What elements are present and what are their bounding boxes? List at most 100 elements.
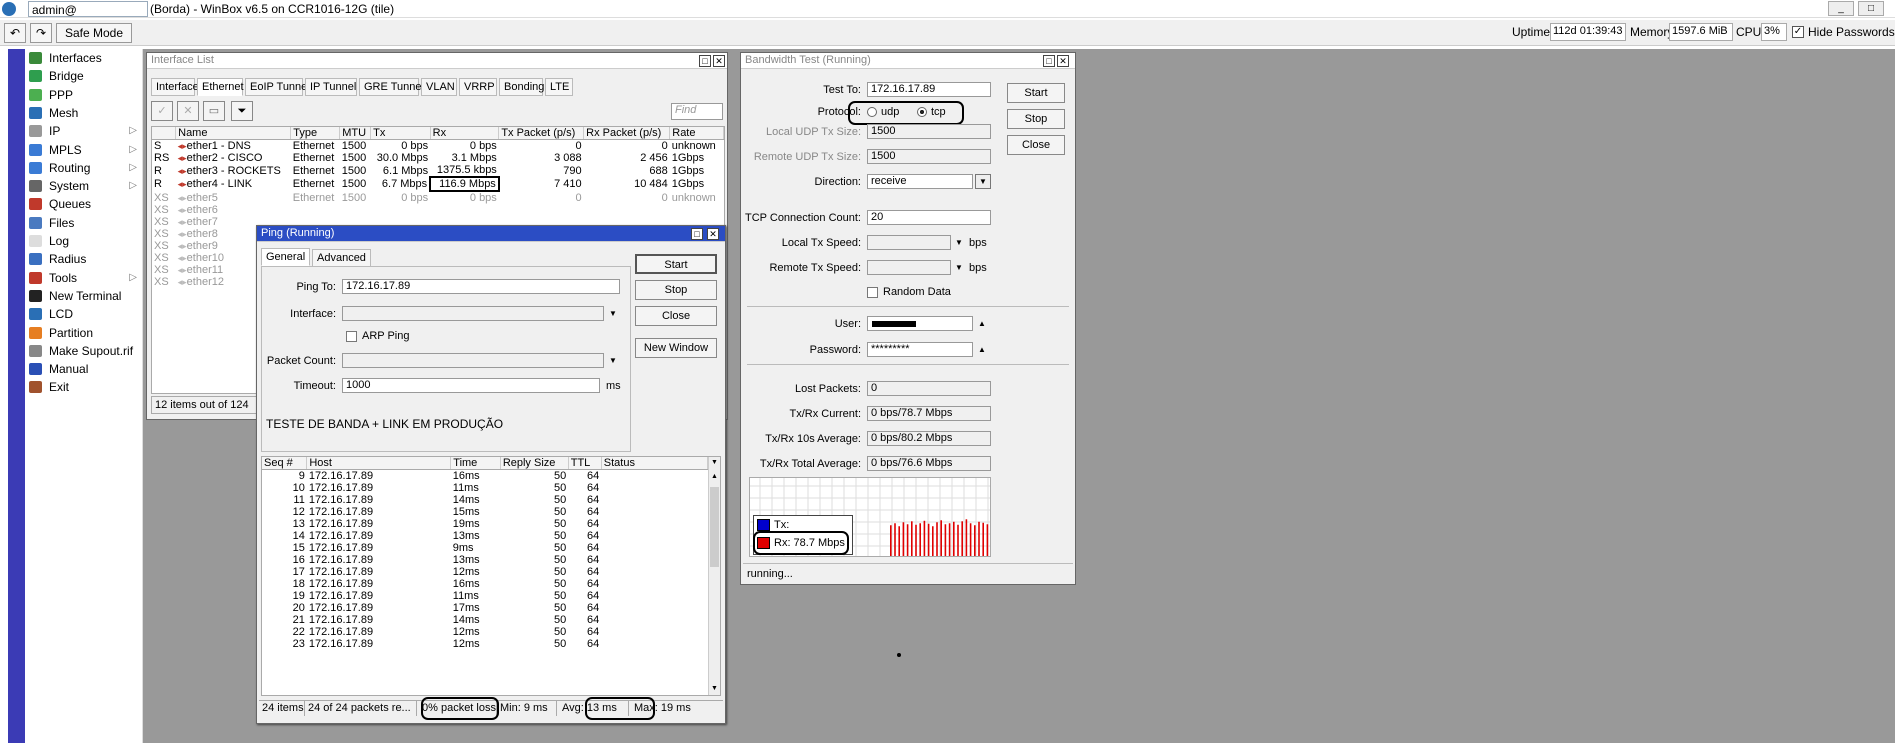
- undo-button[interactable]: ↶: [4, 23, 26, 43]
- column-header-rx[interactable]: Rx: [430, 127, 500, 140]
- hide-passwords-checkbox[interactable]: ✓: [1792, 26, 1804, 38]
- menu-item-lcd[interactable]: LCD: [25, 305, 143, 323]
- table-row[interactable]: 23 172.16.17.89 12ms 50 64: [262, 638, 708, 650]
- table-row[interactable]: R ◂▸ether4 - LINK Ethernet 1500 6.7 Mbps 116.…: [152, 176, 724, 192]
- ping-stop-button[interactable]: Stop: [635, 280, 717, 300]
- packet-count-field[interactable]: [342, 353, 604, 368]
- column-header-rx-packet-p-s-[interactable]: Rx Packet (p/s): [583, 127, 671, 140]
- ping-to-field[interactable]: 172.16.17.89: [342, 279, 620, 294]
- column-header-rate[interactable]: Rate: [669, 127, 724, 140]
- ping-close-button[interactable]: Close: [635, 306, 717, 326]
- maximize-icon[interactable]: □: [699, 55, 711, 67]
- column-header-type[interactable]: Type: [290, 127, 341, 140]
- close-icon[interactable]: ✕: [1057, 55, 1069, 67]
- table-row[interactable]: 9 172.16.17.89 16ms 50 64: [262, 470, 708, 483]
- table-row[interactable]: 17 172.16.17.89 12ms 50 64: [262, 566, 708, 578]
- column-header-tx-packet-p-s-[interactable]: Tx Packet (p/s): [498, 127, 585, 140]
- timeout-field[interactable]: 1000: [342, 378, 600, 393]
- scroll-down-icon[interactable]: ▼: [709, 683, 720, 695]
- remote-tx-speed-field[interactable]: [867, 260, 951, 275]
- menu-item-make-supout-rif[interactable]: Make Supout.rif: [25, 342, 143, 360]
- user-collapse-icon[interactable]: ▲: [977, 316, 987, 331]
- ping-start-button[interactable]: Start: [635, 254, 717, 274]
- scroll-menu-icon[interactable]: ▼: [709, 457, 720, 469]
- comment-icon[interactable]: ▭: [203, 101, 225, 121]
- user-field[interactable]: [867, 316, 973, 331]
- tab-vrrp[interactable]: VRRP: [459, 78, 497, 96]
- column-header-flags[interactable]: [152, 127, 177, 140]
- local-speed-dropdown-icon[interactable]: ▼: [954, 235, 964, 250]
- menu-item-exit[interactable]: Exit: [25, 378, 143, 396]
- column-header-mtu[interactable]: MTU: [339, 127, 372, 140]
- menu-item-log[interactable]: Log: [25, 232, 143, 250]
- menu-item-system[interactable]: System ▷: [25, 177, 143, 195]
- column-header-seq-[interactable]: Seq #: [262, 457, 308, 470]
- maximize-icon[interactable]: □: [1043, 55, 1055, 67]
- menu-item-new-terminal[interactable]: New Terminal: [25, 287, 143, 305]
- minimize-icon[interactable]: _: [1828, 1, 1854, 16]
- scroll-thumb[interactable]: [710, 487, 719, 567]
- tab-lte[interactable]: LTE: [545, 78, 573, 96]
- password-field[interactable]: *********: [867, 342, 973, 357]
- column-header-ttl[interactable]: TTL: [568, 457, 602, 470]
- disable-icon[interactable]: ✕: [177, 101, 199, 121]
- remote-udp-size-field[interactable]: 1500: [867, 149, 991, 164]
- column-header-time[interactable]: Time: [450, 457, 501, 470]
- test-to-field[interactable]: 172.16.17.89: [867, 82, 991, 97]
- menu-item-queues[interactable]: Queues: [25, 195, 143, 213]
- table-row[interactable]: XS ◂▸ether6: [152, 204, 724, 216]
- table-row[interactable]: R ◂▸ether3 - ROCKETS Ethernet 1500 6.1 Mbps 1…: [152, 164, 724, 177]
- menu-item-mpls[interactable]: MPLS ▷: [25, 141, 143, 159]
- close-icon[interactable]: ✕: [707, 228, 719, 240]
- tab-advanced[interactable]: Advanced: [312, 249, 371, 267]
- tab-bonding[interactable]: Bonding: [499, 78, 544, 96]
- table-row[interactable]: 18 172.16.17.89 16ms 50 64: [262, 578, 708, 590]
- menu-item-radius[interactable]: Radius: [25, 250, 143, 268]
- tab-interface[interactable]: Interface: [151, 78, 199, 96]
- table-row[interactable]: 11 172.16.17.89 14ms 50 64: [262, 494, 708, 506]
- user-field[interactable]: admin@: [28, 1, 148, 17]
- password-collapse-icon[interactable]: ▲: [977, 342, 987, 357]
- new-window-button[interactable]: New Window: [635, 338, 717, 358]
- tab-vlan[interactable]: VLAN: [421, 78, 457, 96]
- table-row[interactable]: 20 172.16.17.89 17ms 50 64: [262, 602, 708, 614]
- enable-icon[interactable]: ✓: [151, 101, 173, 121]
- menu-item-bridge[interactable]: Bridge: [25, 67, 143, 85]
- menu-item-mesh[interactable]: Mesh: [25, 104, 143, 122]
- table-row[interactable]: 14 172.16.17.89 13ms 50 64: [262, 530, 708, 542]
- ping-scrollbar[interactable]: ▼ ▲ ▼: [708, 457, 720, 695]
- menu-item-tools[interactable]: Tools ▷: [25, 269, 143, 287]
- tab-gre-tunnel[interactable]: GRE Tunnel: [359, 78, 424, 96]
- column-header-reply-size[interactable]: Reply Size: [500, 457, 569, 470]
- bw-start-button[interactable]: Start: [1007, 83, 1065, 103]
- direction-select[interactable]: receive: [867, 174, 973, 189]
- remote-speed-dropdown-icon[interactable]: ▼: [954, 260, 964, 275]
- table-row[interactable]: RS ◂▸ether2 - CISCO Ethernet 1500 30.0 Mbps 3…: [152, 152, 724, 164]
- table-row[interactable]: 13 172.16.17.89 19ms 50 64: [262, 518, 708, 530]
- interface-select[interactable]: [342, 306, 604, 321]
- column-header-tx[interactable]: Tx: [370, 127, 431, 140]
- table-row[interactable]: 22 172.16.17.89 12ms 50 64: [262, 626, 708, 638]
- menu-item-manual[interactable]: Manual: [25, 360, 143, 378]
- table-row[interactable]: 16 172.16.17.89 13ms 50 64: [262, 554, 708, 566]
- random-data-checkbox[interactable]: [867, 287, 878, 298]
- udp-radio[interactable]: [867, 107, 877, 117]
- bw-close-button[interactable]: Close: [1007, 135, 1065, 155]
- find-input[interactable]: Find: [671, 103, 723, 120]
- menu-item-interfaces[interactable]: Interfaces: [25, 49, 143, 67]
- filter-icon[interactable]: ⏷: [231, 101, 253, 121]
- table-row[interactable]: S ◂▸ether1 - DNS Ethernet 1500 0 bps 0 bps 0 0 u…: [152, 140, 724, 152]
- table-row[interactable]: 10 172.16.17.89 11ms 50 64: [262, 482, 708, 494]
- table-row[interactable]: 21 172.16.17.89 14ms 50 64: [262, 614, 708, 626]
- tab-ip-tunnel[interactable]: IP Tunnel: [305, 78, 357, 96]
- local-tx-speed-field[interactable]: [867, 235, 951, 250]
- direction-dropdown-icon[interactable]: ▼: [975, 174, 991, 189]
- menu-item-partition[interactable]: Partition: [25, 324, 143, 342]
- column-header-status[interactable]: Status: [601, 457, 709, 470]
- tab-general[interactable]: General: [261, 248, 311, 266]
- safe-mode-button[interactable]: Safe Mode: [56, 23, 132, 43]
- menu-item-routing[interactable]: Routing ▷: [25, 159, 143, 177]
- tab-eoip-tunnel[interactable]: EoIP Tunnel: [245, 78, 310, 96]
- maximize-icon[interactable]: □: [691, 228, 703, 240]
- menu-item-ppp[interactable]: PPP: [25, 86, 143, 104]
